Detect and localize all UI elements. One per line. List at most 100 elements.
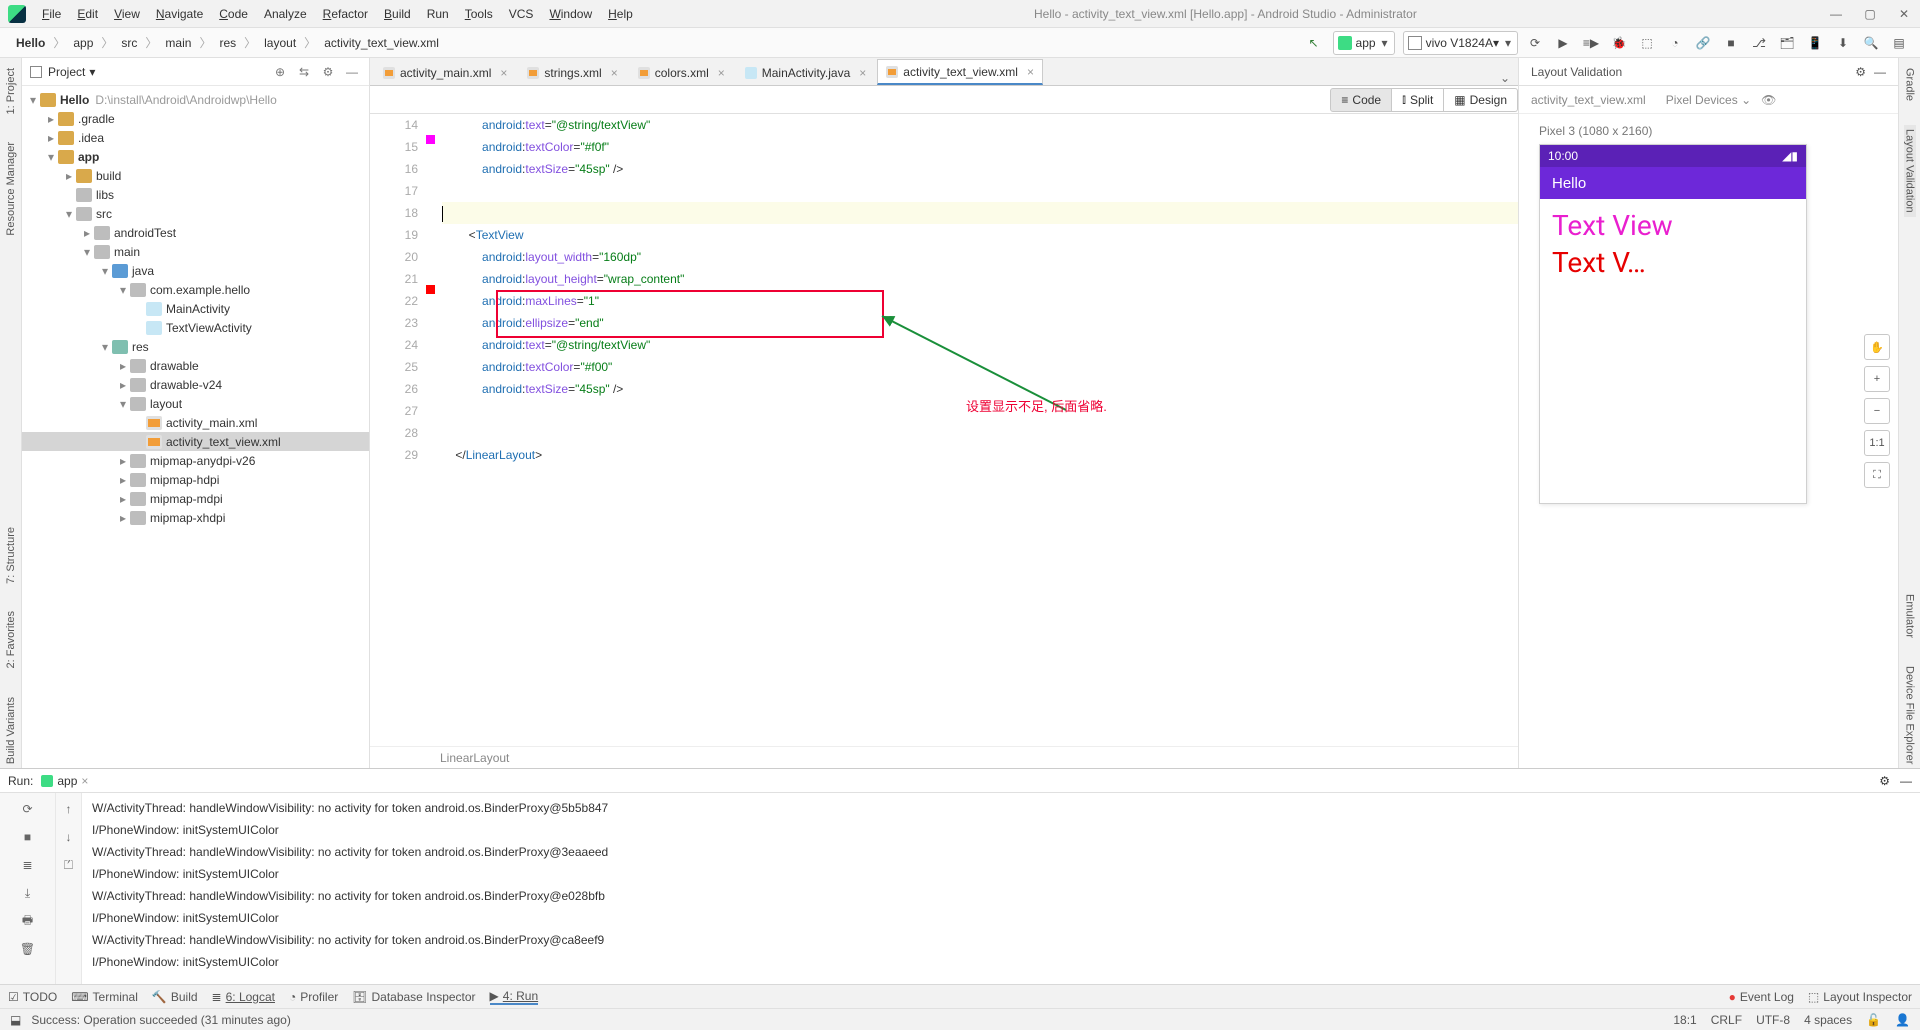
close-icon[interactable]: ✕ [1896, 6, 1912, 22]
device-dropdown[interactable]: vivo V1824A ▾ [1403, 31, 1518, 55]
print-icon[interactable]: 🖶 [18, 911, 38, 931]
breadcrumb[interactable]: src [115, 34, 143, 52]
gear-icon[interactable]: ⚙ [1855, 65, 1866, 79]
hide-panel-icon[interactable]: ⬓ [10, 1013, 21, 1027]
bottom-tab-profiler[interactable]: ◔ Profiler [289, 990, 338, 1004]
zoom-in-icon[interactable]: + [1864, 366, 1890, 392]
zoom-reset-icon[interactable]: 1:1 [1864, 430, 1890, 456]
menu-refactor[interactable]: Refactor [315, 3, 376, 25]
bottom-tab-build[interactable]: 🔨 Build [152, 990, 198, 1004]
inspection-icon[interactable]: 👤 [1895, 1013, 1910, 1027]
profiler-icon[interactable]: ◔ [1664, 32, 1686, 54]
filter-icon[interactable]: ⏍ [59, 855, 79, 875]
sidebar-tab-structure[interactable]: 7: Structure [5, 523, 17, 588]
menu-analyze[interactable]: Analyze [256, 3, 315, 25]
hide-icon[interactable]: — [343, 63, 361, 81]
close-icon[interactable]: × [81, 774, 88, 788]
sidebar-tab-resource-manager[interactable]: Resource Manager [5, 138, 17, 240]
debug-icon[interactable]: 🐞 [1608, 32, 1630, 54]
menu-tools[interactable]: Tools [457, 3, 501, 25]
rerun-icon[interactable]: ⟳ [18, 799, 38, 819]
status-indent[interactable]: 4 spaces [1804, 1013, 1852, 1027]
hide-icon[interactable]: — [1900, 774, 1912, 788]
close-icon[interactable]: × [1027, 65, 1034, 79]
tabs-overflow-icon[interactable]: ⌄ [1492, 71, 1518, 85]
breadcrumb[interactable]: res [213, 34, 242, 52]
menu-run[interactable]: Run [419, 3, 457, 25]
maximize-icon[interactable]: ▢ [1862, 6, 1878, 22]
sidebar-tab-project[interactable]: 1: Project [5, 64, 17, 118]
tab-strings[interactable]: strings.xml× [518, 59, 626, 85]
menu-window[interactable]: Window [541, 3, 600, 25]
expand-icon[interactable]: ⇆ [295, 63, 313, 81]
gear-icon[interactable]: ⚙ [1879, 774, 1890, 788]
zoom-fit-icon[interactable]: ⛶ [1864, 462, 1890, 488]
sidebar-tab-device-file-explorer[interactable]: Device File Explorer [1904, 662, 1916, 768]
bottom-tab-db-inspector[interactable]: 🗄 Database Inspector [352, 990, 475, 1004]
breadcrumb[interactable]: activity_text_view.xml [318, 34, 445, 52]
menu-view[interactable]: View [106, 3, 148, 25]
sync-icon[interactable]: ⟳ [1524, 32, 1546, 54]
close-icon[interactable]: × [500, 66, 507, 80]
scroll-end-icon[interactable]: ⤓ [18, 883, 38, 903]
bottom-tab-layout-inspector[interactable]: ⬚ Layout Inspector [1808, 990, 1912, 1004]
view-options-icon[interactable]: 👁 [1761, 93, 1776, 107]
sidebar-tab-emulator[interactable]: Emulator [1904, 590, 1916, 642]
menu-edit[interactable]: Edit [69, 3, 106, 25]
stop-icon[interactable]: ■ [18, 827, 38, 847]
breadcrumb[interactable]: layout [258, 34, 302, 52]
lock-icon[interactable]: 🔓 [1866, 1013, 1881, 1027]
code-breadcrumb[interactable]: LinearLayout [370, 746, 1518, 768]
locate-icon[interactable]: ⊕ [271, 63, 289, 81]
breadcrumb[interactable]: app [67, 34, 99, 52]
sidebar-tab-favorites[interactable]: 2: Favorites [5, 607, 17, 672]
validation-file-selector[interactable]: activity_text_view.xml [1531, 93, 1646, 107]
status-position[interactable]: 18:1 [1673, 1013, 1696, 1027]
tab-activity-text-view[interactable]: activity_text_view.xml× [877, 59, 1043, 85]
menu-code[interactable]: Code [211, 3, 256, 25]
close-icon[interactable]: × [859, 66, 866, 80]
avd-icon[interactable]: 📱 [1804, 32, 1826, 54]
bottom-tab-logcat[interactable]: ≣ 6: Logcat [212, 990, 275, 1004]
zoom-out-icon[interactable]: − [1864, 398, 1890, 424]
view-mode-code[interactable]: ≡ Code [1330, 88, 1392, 112]
up-icon[interactable]: ↑ [59, 799, 79, 819]
breadcrumb[interactable]: main [159, 34, 197, 52]
menu-file[interactable]: File [34, 3, 69, 25]
clear-icon[interactable]: 🗑 [18, 939, 38, 959]
sdk-icon[interactable]: ⬇ [1832, 32, 1854, 54]
project-view-selector[interactable]: Project ▾ [48, 65, 95, 79]
view-mode-design[interactable]: ▦ Design [1444, 88, 1518, 112]
bottom-tab-run[interactable]: ▶ 4: Run [490, 989, 539, 1005]
sidebar-tab-build-variants[interactable]: Build Variants [5, 693, 17, 768]
status-eol[interactable]: CRLF [1711, 1013, 1742, 1027]
attach-icon[interactable]: 🔗 [1692, 32, 1714, 54]
hide-icon[interactable]: — [1874, 65, 1886, 79]
minimize-icon[interactable]: — [1828, 6, 1844, 22]
menu-navigate[interactable]: Navigate [148, 3, 211, 25]
run-output[interactable]: W/ActivityThread: handleWindowVisibility… [82, 793, 1920, 984]
run-config-dropdown[interactable]: app [1333, 31, 1395, 55]
soft-wrap-icon[interactable]: ≣ [18, 855, 38, 875]
tab-mainactivity[interactable]: MainActivity.java× [736, 59, 876, 85]
tab-activity-main[interactable]: activity_main.xml× [374, 59, 516, 85]
sidebar-tab-layout-validation[interactable]: Layout Validation [1904, 125, 1916, 217]
down-icon[interactable]: ↓ [59, 827, 79, 847]
coverage-icon[interactable]: ⬚ [1636, 32, 1658, 54]
pan-icon[interactable]: ✋ [1864, 334, 1890, 360]
tree-selected-file[interactable]: activity_text_view.xml [22, 432, 369, 451]
run-icon[interactable]: ▶ [1552, 32, 1574, 54]
status-encoding[interactable]: UTF-8 [1756, 1013, 1790, 1027]
menu-help[interactable]: Help [600, 3, 641, 25]
back-arrow-icon[interactable]: ↖ [1303, 32, 1325, 54]
sidebar-tab-gradle[interactable]: Gradle [1904, 64, 1916, 105]
close-icon[interactable]: × [611, 66, 618, 80]
search-icon[interactable]: 🔍 [1860, 32, 1882, 54]
close-icon[interactable]: × [718, 66, 725, 80]
debug-run-icon[interactable]: ≡▶ [1580, 32, 1602, 54]
gear-icon[interactable]: ⚙ [319, 63, 337, 81]
bottom-tab-terminal[interactable]: ⌨ Terminal [71, 990, 138, 1004]
tab-colors[interactable]: colors.xml× [629, 59, 734, 85]
bottom-tab-event-log[interactable]: ● Event Log [1729, 990, 1794, 1004]
vcs-icon[interactable]: ⎇ [1748, 32, 1770, 54]
